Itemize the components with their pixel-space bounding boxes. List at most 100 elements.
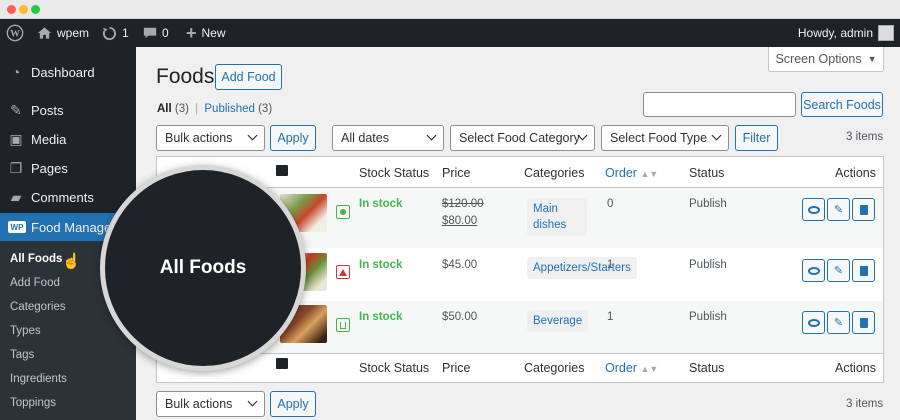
col-categories: Categories bbox=[524, 361, 585, 375]
bulk-actions-select-bottom[interactable]: Bulk actions bbox=[156, 391, 265, 417]
updates-count: 1 bbox=[122, 26, 129, 40]
sort-icon: ▲▼ bbox=[640, 169, 659, 179]
view-button[interactable] bbox=[802, 259, 825, 282]
new-content-link[interactable]: + New bbox=[186, 19, 226, 47]
submenu-types[interactable]: Types bbox=[10, 325, 41, 337]
close-window-dot[interactable] bbox=[7, 5, 16, 14]
apply-button[interactable]: Apply bbox=[270, 125, 316, 151]
status-value: Publish bbox=[689, 198, 727, 210]
sidebar-item-label: Food Manager bbox=[31, 219, 116, 235]
sidebar-item-dashboard[interactable]: ◔ Dashboard bbox=[0, 58, 136, 86]
avatar bbox=[878, 25, 894, 41]
order-value: 0 bbox=[607, 198, 614, 210]
sidebar-item-comments[interactable]: ▰ Comments bbox=[0, 183, 136, 211]
submenu-add-food[interactable]: Add Food bbox=[10, 277, 60, 289]
dates-select[interactable]: All dates bbox=[332, 125, 444, 151]
stock-status: In stock bbox=[359, 198, 403, 210]
screen-options-label: Screen Options bbox=[775, 52, 862, 66]
submenu-categories[interactable]: Categories bbox=[10, 301, 66, 313]
bulk-actions-select[interactable]: Bulk actions bbox=[156, 125, 265, 151]
apply-button-bottom[interactable]: Apply bbox=[270, 391, 316, 417]
food-category-value: Select Food Category bbox=[459, 131, 580, 145]
order-value: 1 bbox=[607, 259, 614, 271]
filter-all-count: (3) bbox=[174, 103, 189, 115]
food-type-value: Select Food Type bbox=[610, 131, 708, 145]
veg-type-icon bbox=[336, 205, 350, 219]
delete-button[interactable] bbox=[852, 311, 875, 334]
table-footer-row: Stock Status Price Categories Order ▲▼ S… bbox=[157, 353, 883, 382]
sidebar-item-media[interactable]: ▣ Media bbox=[0, 125, 136, 153]
search-input[interactable] bbox=[643, 92, 796, 117]
submenu-ingredients[interactable]: Ingredients bbox=[10, 373, 67, 385]
sidebar-item-pages[interactable]: ❐ Pages bbox=[0, 154, 136, 182]
plus-icon: + bbox=[186, 22, 197, 43]
wp-logo-icon[interactable]: W bbox=[6, 19, 24, 47]
filter-published-link[interactable]: Published bbox=[204, 103, 255, 115]
magnifier-callout: All Foods bbox=[100, 165, 306, 371]
pencil-icon: ✎ bbox=[833, 317, 844, 329]
delete-button[interactable] bbox=[852, 198, 875, 221]
pencil-icon: ✎ bbox=[833, 265, 844, 277]
food-type-select[interactable]: Select Food Type bbox=[601, 125, 729, 151]
col-categories: Categories bbox=[524, 166, 585, 180]
filter-button[interactable]: Filter bbox=[735, 125, 778, 151]
eye-icon bbox=[807, 266, 820, 275]
submenu-toppings[interactable]: Toppings bbox=[10, 397, 56, 409]
col-order[interactable]: Order ▲▼ bbox=[605, 361, 658, 375]
submenu-tags[interactable]: Tags bbox=[10, 349, 34, 361]
site-name: wpem bbox=[57, 26, 90, 40]
price-regular: $120.00 bbox=[442, 198, 484, 210]
category-chip[interactable]: Main dishes bbox=[527, 198, 587, 236]
col-order-label: Order bbox=[605, 361, 637, 375]
stock-status: In stock bbox=[359, 259, 403, 271]
updates-link[interactable]: 1 bbox=[102, 19, 129, 47]
filter-all-link[interactable]: All bbox=[157, 103, 172, 115]
bulk-actions-value: Bulk actions bbox=[165, 131, 233, 145]
chevron-down-icon bbox=[247, 130, 258, 141]
edit-button[interactable]: ✎ bbox=[827, 198, 850, 221]
howdy-text: Howdy, admin bbox=[797, 26, 873, 40]
sidebar-item-label: Pages bbox=[31, 160, 68, 176]
col-stock-status: Stock Status bbox=[359, 361, 430, 375]
category-chip[interactable]: Beverage bbox=[527, 310, 589, 332]
edit-button[interactable]: ✎ bbox=[827, 311, 850, 334]
sidebar-item-label: Dashboard bbox=[31, 64, 95, 80]
status-value: Publish bbox=[689, 311, 727, 323]
magnifier-label: All Foods bbox=[159, 257, 247, 278]
eye-icon bbox=[807, 205, 820, 214]
items-count-bottom: 3 items bbox=[846, 398, 884, 410]
admin-bar: W wpem 1 0 + New Howdy, admin bbox=[0, 19, 900, 47]
non-veg-type-icon bbox=[336, 265, 350, 279]
sidebar-item-label: Comments bbox=[31, 189, 94, 205]
dates-value: All dates bbox=[341, 131, 389, 145]
category-label: Appetizers/Starters bbox=[533, 262, 631, 274]
col-actions: Actions bbox=[835, 361, 876, 375]
sidebar-item-posts[interactable]: ✎ Posts bbox=[0, 96, 136, 124]
price: $50.00 bbox=[442, 311, 478, 323]
col-order[interactable]: Order ▲▼ bbox=[605, 166, 658, 180]
site-name-link[interactable]: wpem bbox=[37, 19, 89, 47]
add-food-button[interactable]: Add Food bbox=[215, 64, 282, 90]
status-filter: All (3) | Published (3) bbox=[157, 103, 272, 115]
account-menu[interactable]: Howdy, admin bbox=[798, 19, 894, 47]
svg-text:W: W bbox=[10, 29, 20, 40]
comments-link[interactable]: 0 bbox=[143, 19, 169, 47]
edit-button[interactable]: ✎ bbox=[827, 259, 850, 282]
search-foods-button[interactable]: Search Foods bbox=[801, 92, 883, 117]
view-button[interactable] bbox=[802, 311, 825, 334]
maximize-window-dot[interactable] bbox=[31, 5, 40, 14]
category-label: Main dishes bbox=[533, 203, 567, 231]
chevron-down-icon bbox=[247, 396, 258, 407]
minimize-window-dot[interactable] bbox=[19, 5, 28, 14]
price-sale: $80.00 bbox=[442, 215, 478, 227]
category-chip[interactable]: Appetizers/Starters bbox=[527, 257, 637, 279]
image-column-icon bbox=[276, 165, 288, 176]
image-column-icon bbox=[276, 358, 288, 369]
view-button[interactable] bbox=[802, 198, 825, 221]
screen-options-button[interactable]: Screen Options ▼ bbox=[768, 47, 884, 72]
food-category-select[interactable]: Select Food Category bbox=[450, 125, 595, 151]
pointer-cursor-icon: ☝ bbox=[62, 253, 81, 270]
submenu-all-foods[interactable]: All Foods bbox=[10, 253, 62, 265]
delete-button[interactable] bbox=[852, 259, 875, 282]
filter-published-count: (3) bbox=[258, 103, 273, 115]
